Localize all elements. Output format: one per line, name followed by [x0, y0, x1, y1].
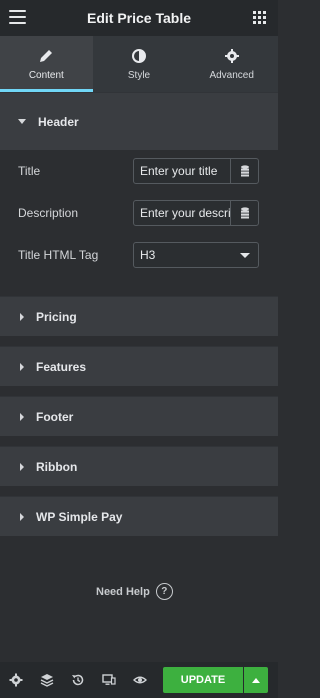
section-gap	[0, 286, 278, 296]
footer-bar: UPDATE	[0, 662, 278, 698]
section-pricing[interactable]: Pricing	[0, 296, 278, 336]
database-icon	[240, 207, 249, 219]
title-input[interactable]: Enter your title	[133, 158, 259, 184]
panel-content: Header Title Enter your title Descriptio…	[0, 92, 278, 536]
section-header-body: Title Enter your title Description Enter…	[0, 150, 278, 286]
title-html-tag-value: H3	[140, 248, 156, 262]
panel-title: Edit Price Table	[87, 10, 191, 26]
layers-icon[interactable]	[40, 673, 54, 687]
update-options-button[interactable]	[244, 667, 268, 693]
caret-right-icon	[20, 462, 24, 471]
update-button[interactable]: UPDATE	[163, 667, 243, 693]
tab-content[interactable]: Content	[0, 36, 93, 92]
responsive-icon[interactable]	[102, 673, 116, 687]
need-help-link[interactable]: Need Help ?	[96, 583, 173, 600]
tab-advanced[interactable]: Advanced	[185, 36, 278, 92]
caret-right-icon	[20, 412, 24, 421]
tab-content-label: Content	[28, 69, 64, 81]
top-bar: Edit Price Table	[0, 0, 278, 36]
dynamic-tags-button[interactable]	[230, 201, 258, 225]
caret-right-icon	[20, 512, 24, 521]
description-label: Description	[18, 206, 79, 220]
caret-right-icon	[20, 362, 24, 371]
section-gap	[0, 386, 278, 396]
preview-eye-icon[interactable]	[133, 673, 147, 687]
settings-icon[interactable]	[9, 673, 23, 687]
caret-down-icon	[18, 119, 26, 124]
chevron-down-icon	[240, 252, 250, 258]
section-pricing-label: Pricing	[36, 309, 77, 324]
pencil-icon	[40, 49, 53, 62]
section-wp-simple-pay[interactable]: WP Simple Pay	[0, 496, 278, 536]
section-gap	[0, 336, 278, 346]
section-ribbon-label: Ribbon	[36, 459, 78, 474]
question-circle-icon: ?	[155, 583, 173, 600]
description-input[interactable]: Enter your description	[133, 200, 259, 226]
tab-advanced-label: Advanced	[209, 69, 254, 81]
panel-tabs: Content Style Advanced	[0, 36, 278, 92]
hamburger-menu-icon[interactable]	[9, 10, 26, 24]
field-description: Description Enter your description	[0, 192, 278, 234]
dynamic-tags-button[interactable]	[230, 159, 258, 183]
section-ribbon[interactable]: Ribbon	[0, 446, 278, 486]
title-input-value: Enter your title	[140, 164, 218, 178]
widgets-grid-icon[interactable]	[253, 11, 266, 24]
database-icon	[240, 165, 249, 177]
gear-icon	[224, 48, 239, 63]
section-wp-simple-pay-label: WP Simple Pay	[36, 509, 123, 524]
title-html-tag-label: Title HTML Tag	[18, 248, 99, 262]
half-circle-icon	[132, 48, 146, 63]
section-header-label: Header	[38, 114, 79, 129]
section-header-toggle[interactable]: Header	[0, 92, 278, 150]
section-gap	[0, 486, 278, 496]
caret-right-icon	[20, 312, 24, 321]
field-title: Title Enter your title	[0, 150, 278, 192]
field-title-html-tag: Title HTML Tag H3	[0, 234, 278, 276]
need-help-label: Need Help	[96, 585, 150, 598]
section-footer-label: Footer	[36, 409, 74, 424]
section-gap	[0, 436, 278, 446]
chevron-up-icon	[252, 677, 260, 683]
section-features-label: Features	[36, 359, 87, 374]
history-icon[interactable]	[71, 673, 85, 687]
tab-style-label: Style	[127, 69, 151, 81]
description-input-value: Enter your description	[140, 206, 230, 220]
section-footer[interactable]: Footer	[0, 396, 278, 436]
title-label: Title	[18, 164, 41, 178]
title-html-tag-select[interactable]: H3	[133, 242, 259, 268]
tab-style[interactable]: Style	[93, 36, 186, 92]
section-features[interactable]: Features	[0, 346, 278, 386]
